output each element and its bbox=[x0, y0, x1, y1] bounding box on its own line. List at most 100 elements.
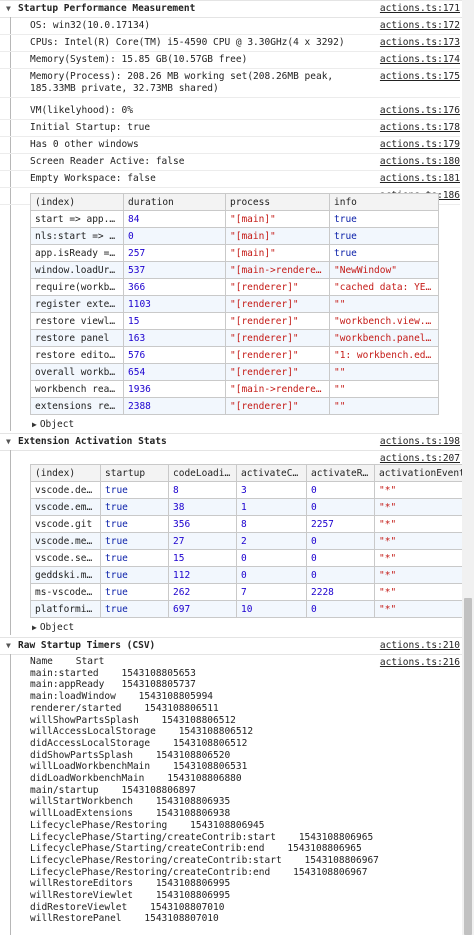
table-cell: "[main->renderer]" bbox=[225, 261, 330, 279]
table-row: app.isReady => window.loadUrl() 257"[mai… bbox=[30, 244, 439, 262]
table-cell: true bbox=[100, 532, 169, 550]
source-link[interactable]: actions.ts:179 bbox=[380, 136, 460, 153]
table-row: vscode.search-rgtrue1500"*" bbox=[30, 549, 471, 567]
table-cell: "NewWindow" bbox=[329, 261, 439, 279]
column-header[interactable]: (index) bbox=[30, 464, 101, 482]
table-cell: 262 bbox=[168, 583, 237, 601]
source-link[interactable]: actions.ts:176 bbox=[380, 102, 460, 119]
table-cell: 38 bbox=[168, 498, 237, 516]
log-line: Has 0 other windows actions.ts:179 bbox=[0, 136, 460, 154]
table-cell: 2228 bbox=[306, 583, 375, 601]
table-cell: "[main->renderer]" bbox=[225, 380, 330, 398]
table-cell: 1103 bbox=[123, 295, 226, 313]
object-expander[interactable]: ▶ Object bbox=[32, 621, 74, 635]
source-link[interactable]: actions.ts:173 bbox=[380, 34, 460, 51]
table-cell: restore editors bbox=[30, 346, 124, 364]
column-header[interactable]: duration bbox=[123, 193, 226, 211]
table-cell: require(workbench.main.js) bbox=[30, 278, 124, 296]
log-line: VM(likelyhood): 0% actions.ts:176 bbox=[0, 102, 460, 120]
column-header[interactable]: codeLoadingTime bbox=[168, 464, 237, 482]
log-message: OS: win32(10.0.17134) bbox=[30, 20, 151, 31]
table-cell: "[main]" bbox=[225, 244, 330, 262]
table-row: geddski.macrostrue11200"*" bbox=[30, 566, 471, 584]
table-cell: vscode.debug-auto-launch bbox=[30, 481, 101, 499]
column-header[interactable]: info bbox=[329, 193, 439, 211]
table-cell: vscode.search-rg bbox=[30, 549, 101, 567]
source-link[interactable]: actions.ts:174 bbox=[380, 51, 460, 68]
source-link[interactable]: actions.ts:198 bbox=[380, 434, 460, 450]
table-cell: "[renderer]" bbox=[225, 397, 330, 415]
table-cell: true bbox=[329, 210, 439, 228]
table-cell: 537 bbox=[123, 261, 226, 279]
table-cell: 0 bbox=[123, 227, 226, 245]
expand-triangle-icon[interactable]: ▼ bbox=[6, 434, 11, 450]
table-cell: 3 bbox=[236, 481, 307, 499]
table-row: restore editors 576 "[renderer]" "1: workbe… bbox=[30, 346, 439, 364]
table-cell: true bbox=[100, 498, 169, 516]
group-extension-activation[interactable]: ▼ Extension Activation Stats actions.ts:… bbox=[0, 433, 474, 451]
expand-triangle-icon[interactable]: ▼ bbox=[6, 1, 11, 17]
source-link[interactable]: actions.ts:216 bbox=[380, 654, 460, 671]
table-cell: 7 bbox=[236, 583, 307, 601]
table-cell: "*" bbox=[374, 583, 471, 601]
table-cell: 0 bbox=[306, 498, 375, 516]
source-link[interactable]: actions.ts:180 bbox=[380, 153, 460, 170]
object-expander[interactable]: ▶ Object bbox=[32, 418, 74, 432]
group-raw-startup-timers[interactable]: ▼ Raw Startup Timers (CSV) actions.ts:21… bbox=[0, 637, 474, 655]
table-cell: "*" bbox=[374, 481, 471, 499]
expand-triangle-icon[interactable]: ▶ bbox=[32, 623, 37, 632]
table-cell: true bbox=[100, 515, 169, 533]
table-row: restore panel 163 "[renderer]" "workbench.p… bbox=[30, 329, 439, 347]
column-header[interactable]: activationEvent bbox=[374, 464, 471, 482]
column-header[interactable]: activateResolvedTime bbox=[306, 464, 375, 482]
column-header[interactable]: startup bbox=[100, 464, 169, 482]
table-cell: 257 bbox=[123, 244, 226, 262]
log-line: Screen Reader Active: false actions.ts:18… bbox=[0, 153, 460, 171]
scrollbar-track[interactable] bbox=[462, 0, 474, 935]
table-cell: 8 bbox=[168, 481, 237, 499]
table-row: require(workbench.main.js)366"[renderer]… bbox=[30, 278, 439, 296]
table-row: vscode.debug-auto-launchtrue830"*" bbox=[30, 481, 471, 499]
column-header[interactable]: activateCallTime bbox=[236, 464, 307, 482]
table-row: register extensions & spawn extension ho… bbox=[30, 295, 439, 313]
table-cell: 15 bbox=[168, 549, 237, 567]
table-cell: register extensions & spawn extension ho… bbox=[30, 295, 124, 313]
table-cell: 697 bbox=[168, 600, 237, 618]
group-indent-bar bbox=[10, 450, 11, 635]
table-cell: 356 bbox=[168, 515, 237, 533]
group-title: Raw Startup Timers (CSV) bbox=[18, 640, 156, 651]
column-header[interactable]: (index) bbox=[30, 193, 124, 211]
table-cell: 2388 bbox=[123, 397, 226, 415]
source-link[interactable]: actions.ts:178 bbox=[380, 119, 460, 136]
group-indent-bar bbox=[10, 654, 11, 935]
log-line: Initial Startup: true actions.ts:178 bbox=[0, 119, 460, 137]
table-cell: "" bbox=[329, 397, 439, 415]
object-label: Object bbox=[39, 622, 75, 633]
source-link[interactable]: actions.ts:172 bbox=[380, 17, 460, 34]
log-message: Empty Workspace: false bbox=[30, 173, 156, 184]
table-cell: true bbox=[100, 583, 169, 601]
table-cell: extensions registered bbox=[30, 397, 124, 415]
table-cell: restore viewlet bbox=[30, 312, 124, 330]
table-cell: 0 bbox=[306, 481, 375, 499]
column-header[interactable]: process bbox=[225, 193, 330, 211]
group-title: Extension Activation Stats bbox=[18, 436, 167, 447]
table-cell: 0 bbox=[306, 532, 375, 550]
table-cell: 1936 bbox=[123, 380, 226, 398]
expand-triangle-icon[interactable]: ▶ bbox=[32, 420, 37, 429]
table-cell: 0 bbox=[236, 566, 307, 584]
source-link[interactable]: actions.ts:210 bbox=[380, 638, 460, 654]
group-startup-performance[interactable]: ▼ Startup Performance Measurement action… bbox=[0, 0, 474, 18]
table-cell: true bbox=[100, 549, 169, 567]
source-link[interactable]: actions.ts:181 bbox=[380, 170, 460, 187]
table-cell: "*" bbox=[374, 498, 471, 516]
table-cell: "*" bbox=[374, 549, 471, 567]
log-line: Empty Workspace: false actions.ts:181 bbox=[0, 170, 460, 188]
log-message: Initial Startup: true bbox=[30, 122, 151, 133]
expand-triangle-icon[interactable]: ▼ bbox=[6, 638, 11, 654]
table-cell: vscode.merge-conflict bbox=[30, 532, 101, 550]
source-link[interactable]: actions.ts:171 bbox=[380, 1, 460, 17]
table-cell: "*" bbox=[374, 532, 471, 550]
scrollbar-thumb[interactable] bbox=[464, 598, 472, 935]
table-cell: "[main]" bbox=[225, 210, 330, 228]
